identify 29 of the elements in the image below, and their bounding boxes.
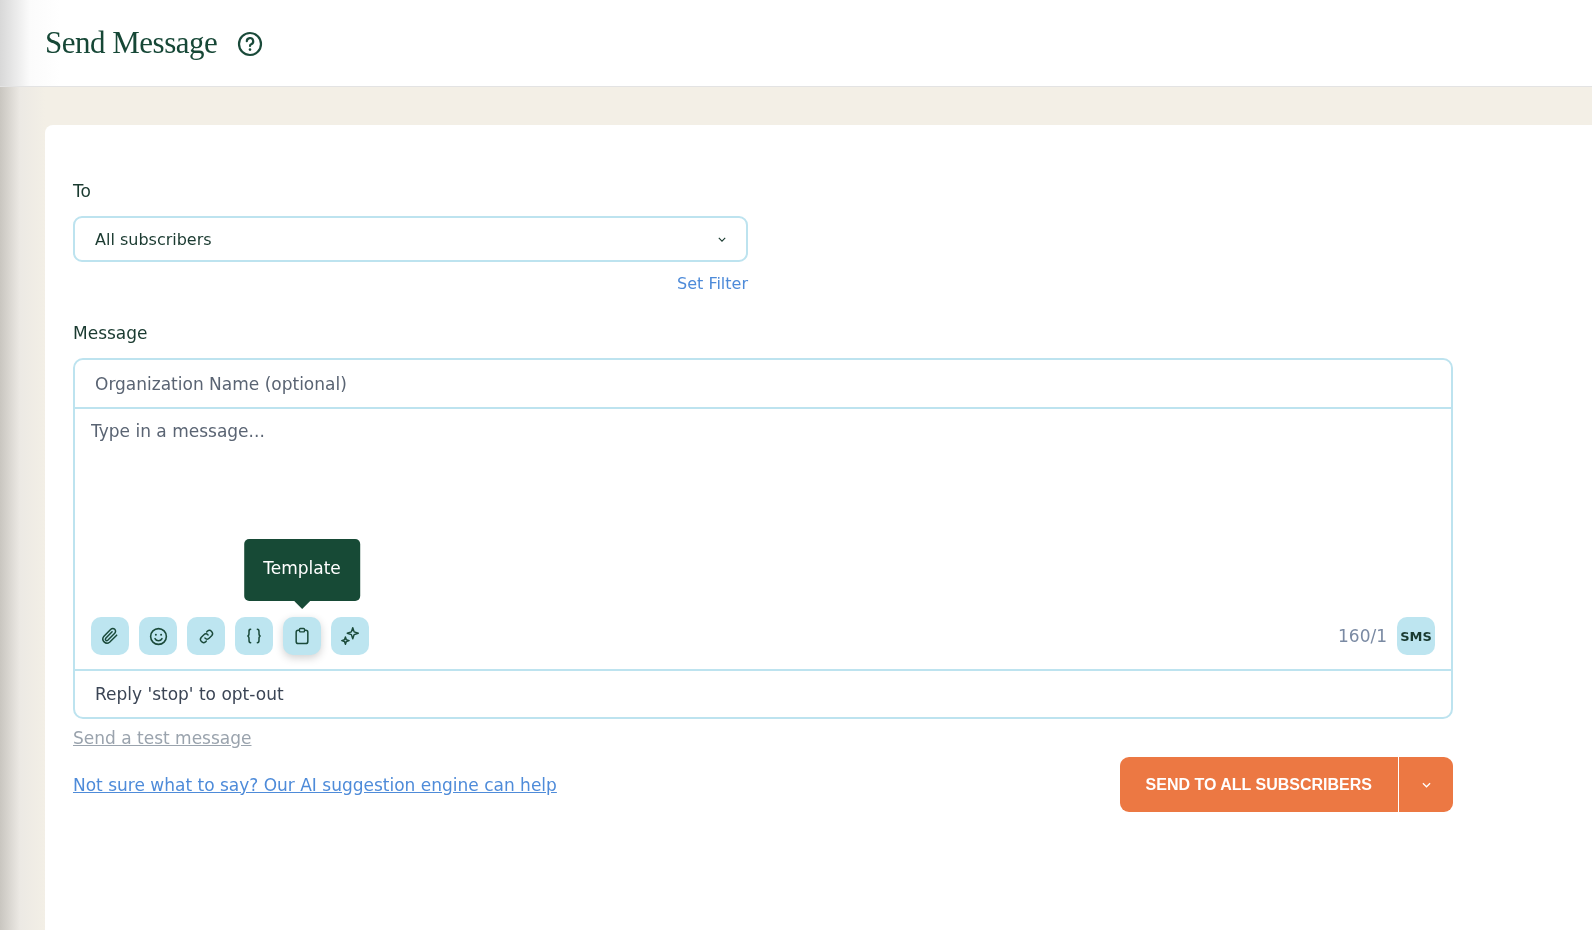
character-counter: 160/1 — [1338, 626, 1387, 646]
tooltip: Template — [244, 539, 360, 601]
send-test-link[interactable]: Send a test message — [73, 725, 252, 751]
opt-out-text: Reply 'stop' to opt-out — [94, 683, 285, 706]
page-title: Send Message — [45, 25, 218, 61]
clipboard-icon — [292, 626, 312, 646]
message-type-badge[interactable]: SMS — [1397, 617, 1435, 655]
caret-icon — [1421, 781, 1431, 788]
chevron-down-icon — [718, 236, 726, 242]
braces-button[interactable] — [235, 617, 273, 655]
help-icon[interactable] — [237, 31, 264, 57]
to-label: To — [73, 181, 92, 201]
braces-icon — [244, 626, 264, 646]
link-button[interactable] — [187, 617, 225, 655]
send-button[interactable]: SEND TO ALL SUBSCRIBERS — [1119, 757, 1399, 812]
emoji-button[interactable] — [139, 617, 177, 655]
sparkle-icon — [339, 625, 361, 647]
smiley-icon — [147, 625, 169, 647]
recipient-select[interactable]: All subscribers — [73, 216, 748, 262]
ai-suggestion-link[interactable]: Not sure what to say? Our AI suggestion engine can help — [73, 774, 557, 795]
set-filter-link[interactable]: Set Filter — [677, 274, 748, 293]
message-composer[interactable]: Organization Name (optional) Type in a message... Template 160/1 SMS Reply 'stop' to opt-out — [73, 358, 1453, 719]
template-button[interactable] — [283, 617, 321, 655]
tooltip-pointer — [294, 601, 310, 609]
attach-button[interactable] — [91, 617, 129, 655]
message-label: Message — [73, 323, 149, 343]
sparkle-button[interactable] — [331, 617, 369, 655]
paperclip-icon — [100, 626, 120, 646]
organization-name-field[interactable]: Organization Name (optional) — [75, 360, 1451, 409]
